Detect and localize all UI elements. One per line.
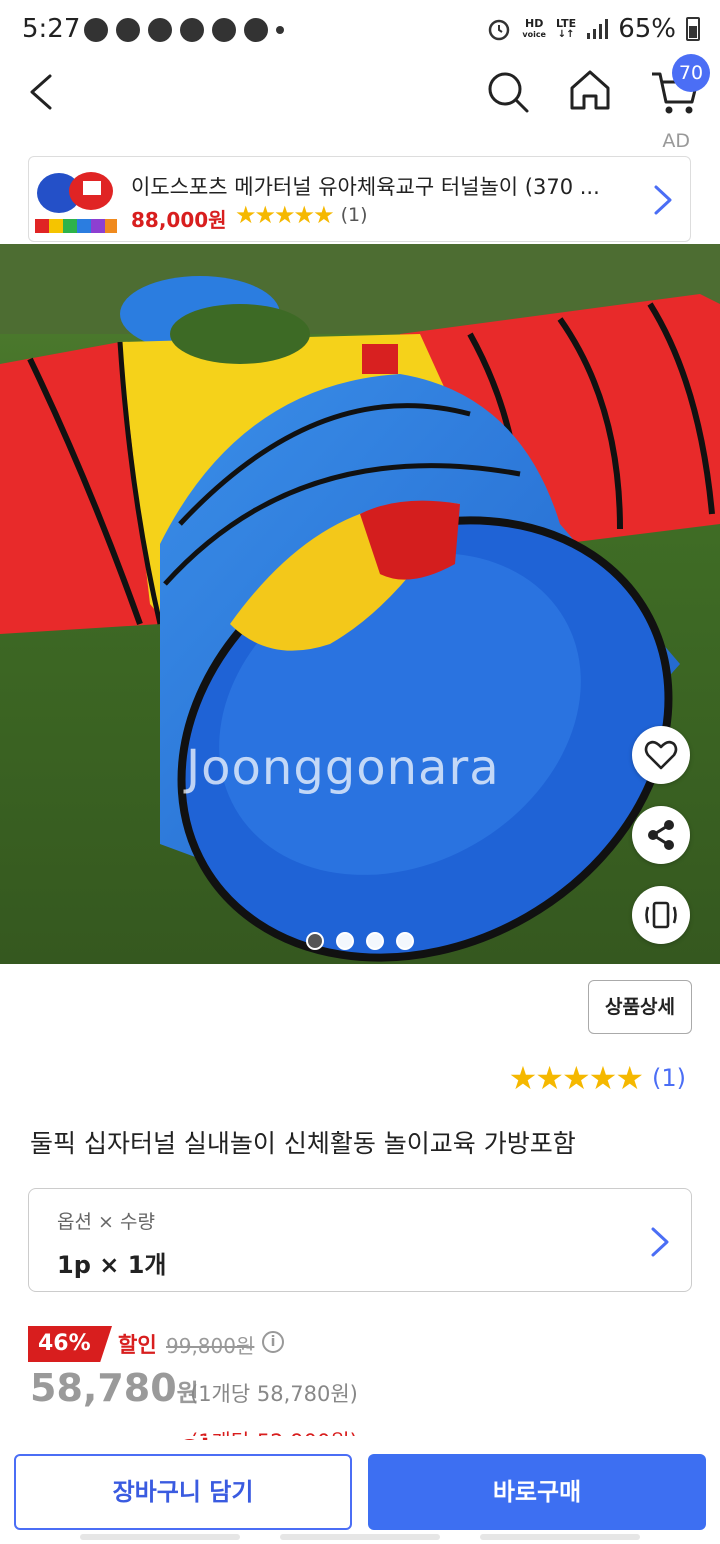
battery-icon <box>686 17 700 41</box>
star-icon: ★ <box>561 1059 591 1097</box>
notification-icons <box>84 18 284 42</box>
ad-product-card[interactable]: 이도스포츠 메가터널 유아체육교구 터널놀이 (370 ... 88,000원 … <box>28 156 691 242</box>
chevron-right-icon <box>654 185 672 215</box>
ad-product-price: 88,000원 <box>131 208 227 232</box>
heart-icon <box>644 740 678 770</box>
product-image-carousel[interactable]: Joonggonara <box>0 244 720 964</box>
star-icon: ★ <box>274 201 295 229</box>
chrome-icon <box>180 18 204 42</box>
rotate-device-icon <box>645 901 677 929</box>
ad-rating-count: (1) <box>340 204 368 226</box>
ad-rating: ★ ★ ★ ★ ★ (1) <box>235 203 368 227</box>
chevron-right-icon <box>651 1227 669 1257</box>
buy-now-button[interactable]: 바로구매 <box>368 1454 706 1530</box>
add-to-cart-button[interactable]: 장바구니 담기 <box>14 1454 352 1530</box>
hd-voice-indicator: HD voice <box>522 17 546 39</box>
talk-icon <box>116 18 140 42</box>
member-unit-price: (1개당 52,900원) <box>190 1426 358 1436</box>
carousel-dot[interactable] <box>306 932 324 950</box>
star-icon: ★ <box>313 201 334 229</box>
ar-view-button[interactable] <box>632 886 690 944</box>
system-icons: HD voice LTE ↓↑ 65% <box>486 14 700 44</box>
star-icon: ★ <box>615 1059 644 1097</box>
member-price: 52,900원 <box>30 1426 212 1440</box>
carousel-dot[interactable] <box>396 932 414 950</box>
carousel-dot[interactable] <box>366 932 384 950</box>
share-icon <box>648 820 674 850</box>
star-icon: ★ <box>235 201 256 229</box>
app-icon <box>148 18 172 42</box>
sale-price-number: 58,780 <box>30 1366 177 1410</box>
original-price: 99,800원 <box>166 1334 255 1358</box>
star-icon: ★ <box>254 201 276 229</box>
star-icon: ★ <box>588 1059 618 1097</box>
product-rating[interactable]: ★ ★ ★ ★ ★ (1) <box>509 1062 686 1094</box>
like-button[interactable] <box>632 726 690 784</box>
star-icon: ★ <box>293 201 315 229</box>
more-notifications-icon <box>276 26 284 34</box>
signal-icon <box>587 19 609 39</box>
info-icon[interactable]: i <box>262 1331 284 1353</box>
alarm-icon <box>489 19 510 41</box>
cup-icon <box>212 18 236 42</box>
search-icon[interactable] <box>484 68 532 116</box>
battery-percent: 65% <box>618 14 676 44</box>
carousel-dot[interactable] <box>336 932 354 950</box>
option-quantity-selector[interactable]: 옵션 × 수량 1p × 1개 <box>28 1188 692 1292</box>
top-navigation: 70 <box>0 54 720 122</box>
cart-count-badge: 70 <box>672 54 710 92</box>
bottom-divider <box>0 1534 720 1544</box>
bottom-action-bar: 장바구니 담기 바로구매 <box>0 1440 720 1544</box>
ad-product-title: 이도스포츠 메가터널 유아체육교구 터널놀이 (370 ... <box>131 175 600 199</box>
product-title: 둘픽 십자터널 실내놀이 신체활동 놀이교육 가방포함 <box>30 1129 576 1158</box>
chat-icon <box>244 18 268 42</box>
message-icon <box>84 18 108 42</box>
status-bar: 5:27 HD voice LTE ↓↑ 65% <box>0 0 720 62</box>
ad-product-thumbnail <box>33 167 117 235</box>
product-detail-button[interactable]: 상품상세 <box>588 980 692 1034</box>
discount-badge: 46% <box>28 1326 112 1362</box>
star-icon: ★ <box>535 1059 564 1097</box>
star-icon: ★ <box>508 1059 538 1097</box>
option-value: 1p × 1개 <box>57 1251 167 1279</box>
share-button[interactable] <box>632 806 690 864</box>
option-label: 옵션 × 수량 <box>57 1211 155 1233</box>
unit-price: (1개당 58,780원) <box>190 1382 358 1406</box>
rating-count: (1) <box>652 1064 686 1092</box>
product-photo <box>0 244 720 964</box>
ad-label: AD <box>662 130 690 152</box>
sale-price: 58,780원 <box>30 1366 199 1410</box>
lte-indicator: LTE ↓↑ <box>555 17 577 40</box>
clock: 5:27 <box>22 14 81 44</box>
back-arrow-icon[interactable] <box>22 68 62 116</box>
watermark-text: Joonggonara <box>186 740 500 796</box>
carousel-indicator <box>306 932 414 950</box>
home-icon[interactable] <box>566 66 614 114</box>
discount-label: 할인 <box>118 1333 157 1357</box>
